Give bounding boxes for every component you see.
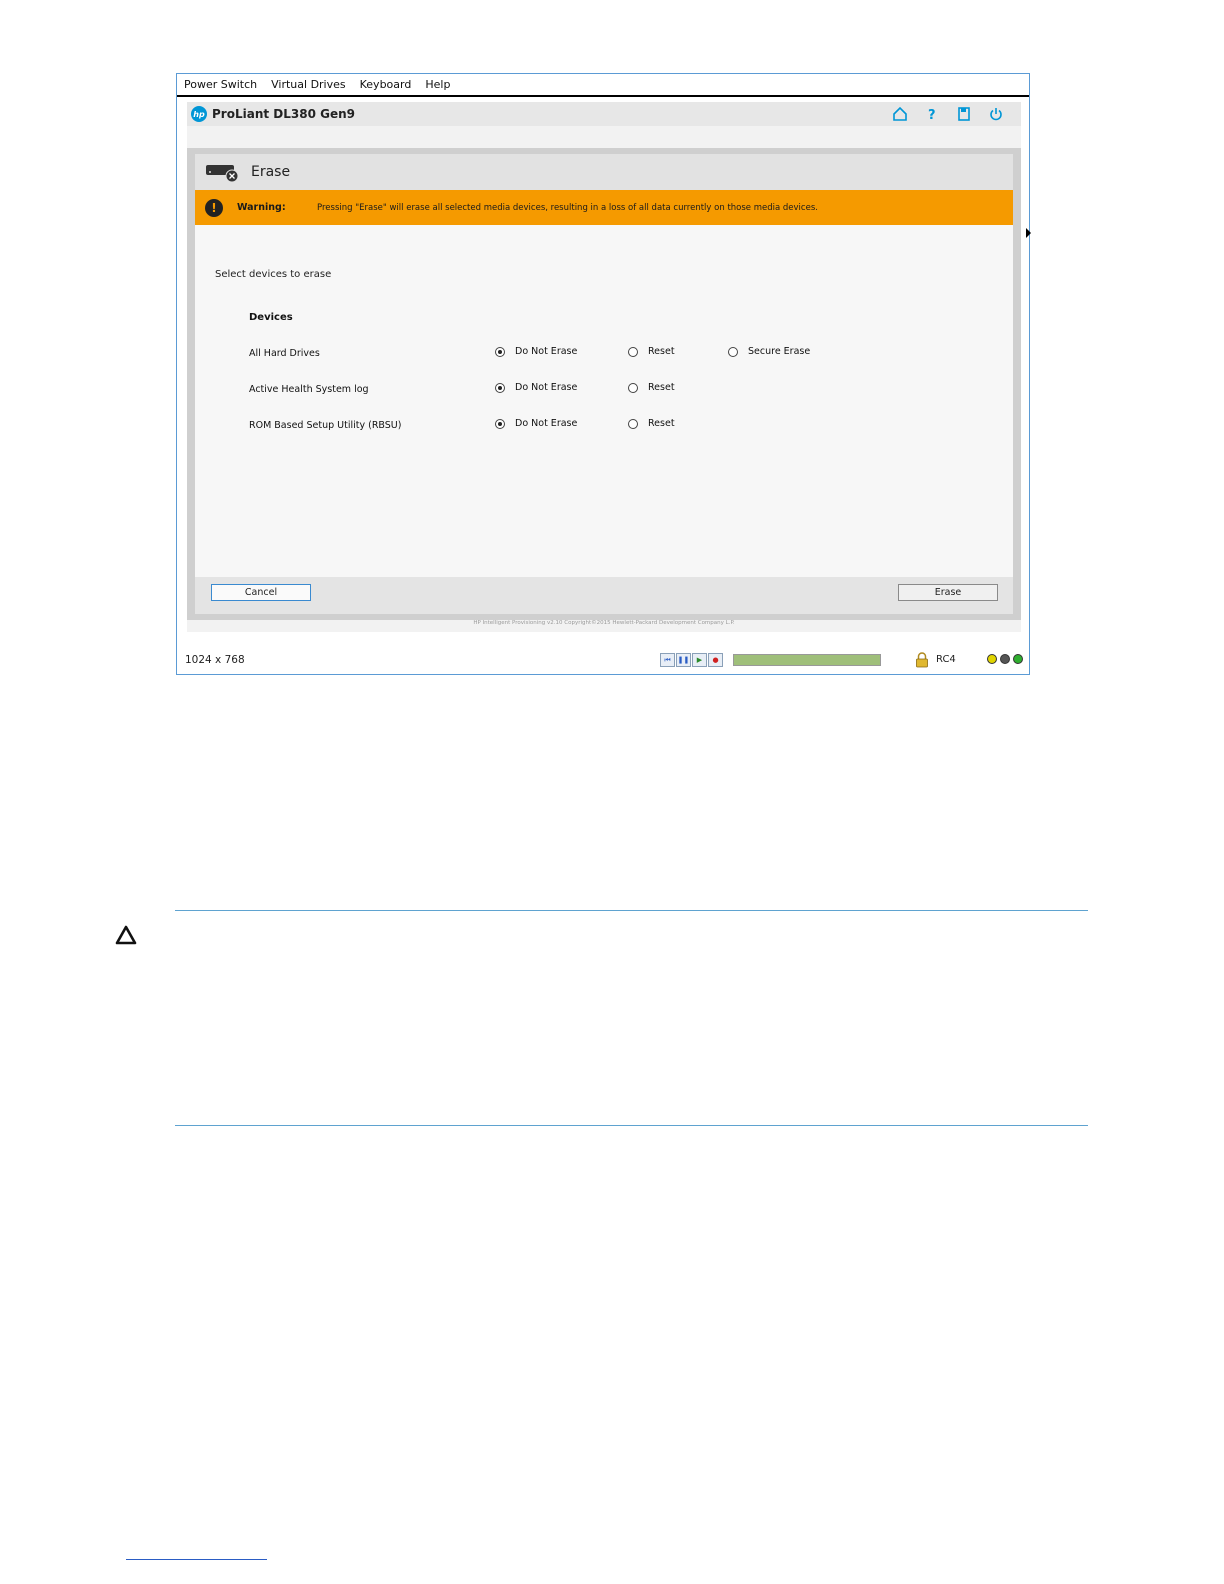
radio-unselected-icon[interactable]	[628, 418, 638, 429]
device-name: ROM Based Setup Utility (RBSU)	[249, 420, 402, 431]
menu-bar: Power Switch Virtual Drives Keyboard Hel…	[177, 74, 1029, 97]
home-icon[interactable]	[891, 105, 909, 123]
dialog-title: Erase	[251, 164, 291, 180]
radio-selected-icon[interactable]	[495, 382, 505, 393]
playback-controls: ⏮ ❚❚ ▶ ●	[660, 653, 723, 667]
status-led-gray-icon	[1000, 654, 1010, 664]
radio-reset[interactable]: Reset	[628, 418, 675, 429]
caution-icon	[115, 925, 137, 945]
radio-selected-icon[interactable]	[495, 418, 505, 429]
radio-label: Do Not Erase	[515, 346, 578, 357]
warning-text: Pressing "Erase" will erase all selected…	[317, 202, 818, 213]
device-name: All Hard Drives	[249, 348, 320, 359]
status-led-green-icon	[1013, 654, 1023, 664]
menu-power-switch[interactable]: Power Switch	[177, 78, 264, 91]
radio-reset[interactable]: Reset	[628, 346, 675, 357]
copyright-text: HP Intelligent Provisioning v2.10 Copyri…	[473, 620, 735, 626]
radio-unselected-icon[interactable]	[728, 346, 738, 357]
mouse-cursor-icon	[1026, 228, 1031, 238]
playback-progress-bar[interactable]	[733, 654, 881, 666]
resolution-label: 1024 x 768	[185, 654, 245, 666]
menu-keyboard[interactable]: Keyboard	[353, 78, 419, 91]
dialog-footer: Cancel Erase	[195, 577, 1013, 614]
radio-secure-erase[interactable]: Secure Erase	[728, 346, 810, 357]
erase-panel: Erase ! Warning: Pressing "Erase" will e…	[187, 148, 1021, 620]
radio-reset[interactable]: Reset	[628, 382, 675, 393]
remote-console-window: Power Switch Virtual Drives Keyboard Hel…	[176, 73, 1030, 675]
play-icon[interactable]: ▶	[692, 653, 707, 667]
product-header: hp ProLiant DL380 Gen9 ?	[187, 102, 1021, 126]
encryption-label: RC4	[936, 654, 956, 665]
radio-do-not-erase[interactable]: Do Not Erase	[495, 418, 577, 429]
skip-back-icon[interactable]: ⏮	[660, 653, 675, 667]
cancel-button[interactable]: Cancel	[211, 584, 311, 601]
radio-label: Do Not Erase	[515, 418, 578, 429]
radio-label: Do Not Erase	[515, 382, 578, 393]
radio-unselected-icon[interactable]	[628, 346, 638, 357]
devices-heading: Devices	[249, 312, 293, 323]
radio-selected-icon[interactable]	[495, 346, 505, 357]
device-name: Active Health System log	[249, 384, 369, 395]
caution-top-rule	[175, 910, 1088, 911]
menu-virtual-drives[interactable]: Virtual Drives	[264, 78, 353, 91]
svg-text:?: ?	[928, 108, 936, 122]
record-icon[interactable]: ●	[708, 653, 723, 667]
status-bar: 1024 x 768 ⏮ ❚❚ ▶ ● RC4	[177, 648, 1029, 672]
status-leds	[987, 654, 1023, 664]
warning-banner: ! Warning: Pressing "Erase" will erase a…	[195, 190, 1013, 225]
warning-icon: !	[205, 198, 223, 217]
save-icon[interactable]	[955, 105, 973, 123]
pause-icon[interactable]: ❚❚	[676, 653, 691, 667]
caution-bottom-rule	[175, 1125, 1088, 1126]
remote-screen: hp ProLiant DL380 Gen9 ? Erase ! Warning…	[187, 102, 1021, 632]
power-icon[interactable]	[987, 105, 1005, 123]
radio-label: Reset	[648, 382, 675, 393]
status-led-yellow-icon	[987, 654, 997, 664]
erase-button[interactable]: Erase	[898, 584, 998, 601]
radio-label: Secure Erase	[748, 346, 811, 357]
device-row-rbsu: ROM Based Setup Utility (RBSU) Do Not Er…	[249, 418, 949, 432]
device-row-active-health-log: Active Health System log Do Not Erase Re…	[249, 382, 949, 396]
hp-logo-icon: hp	[191, 106, 207, 122]
menu-help[interactable]: Help	[418, 78, 457, 91]
drive-erase-icon	[205, 161, 239, 183]
lock-icon	[915, 652, 929, 668]
dialog-header: Erase	[195, 154, 1013, 190]
radio-unselected-icon[interactable]	[628, 382, 638, 393]
radio-label: Reset	[648, 346, 675, 357]
progress-fill	[734, 655, 880, 665]
help-icon[interactable]: ?	[923, 105, 941, 123]
footnote-rule	[126, 1559, 267, 1560]
radio-do-not-erase[interactable]: Do Not Erase	[495, 382, 577, 393]
radio-label: Reset	[648, 418, 675, 429]
product-title: ProLiant DL380 Gen9	[212, 107, 355, 121]
instruction-text: Select devices to erase	[215, 269, 332, 280]
radio-do-not-erase[interactable]: Do Not Erase	[495, 346, 577, 357]
warning-label: Warning:	[237, 202, 286, 213]
device-row-all-hard-drives: All Hard Drives Do Not Erase Reset Secur…	[249, 346, 949, 360]
